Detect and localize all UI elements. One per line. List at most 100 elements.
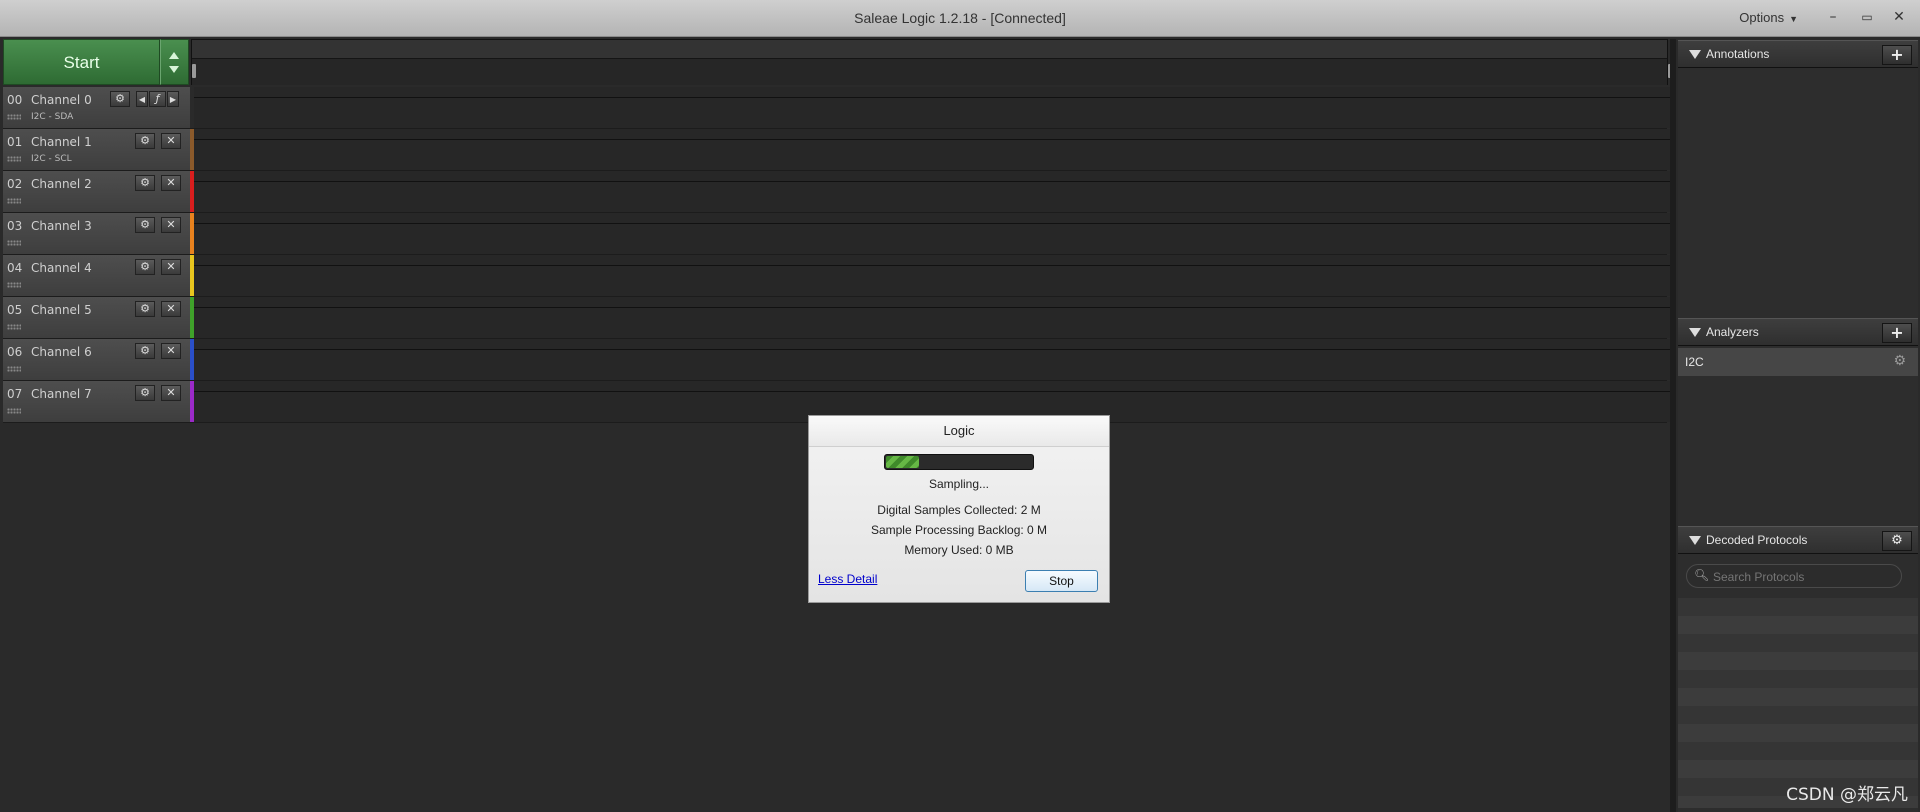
protocols-settings-button[interactable]: ⚙ — [1882, 531, 1912, 551]
channel-trigger-none-button[interactable]: ✕ — [161, 385, 181, 401]
channel-settings-button[interactable]: ⚙ — [135, 133, 155, 149]
channel-trace[interactable] — [194, 255, 1670, 296]
channel-number: 05 — [7, 303, 23, 317]
add-annotation-button[interactable]: + — [1882, 45, 1912, 65]
protocol-results-list[interactable] — [1678, 598, 1918, 808]
channel-trigger-none-button[interactable]: ✕ — [161, 133, 181, 149]
timeline-ruler — [192, 40, 1667, 59]
channel-settings-button[interactable]: ⚙ — [135, 217, 155, 233]
trace-line — [194, 97, 1670, 98]
channel-trace[interactable] — [194, 171, 1670, 212]
channel-name[interactable]: Channel 3 — [31, 219, 92, 233]
channel-name[interactable]: Channel 2 — [31, 177, 92, 191]
collapse-triangle-icon[interactable] — [1689, 50, 1701, 59]
channel-trigger-none-button[interactable]: ✕ — [161, 259, 181, 275]
annotations-header[interactable]: Annotations + — [1678, 40, 1918, 68]
trigger-prev-button[interactable]: ◀ — [136, 91, 148, 107]
channel-settings-button[interactable]: ⚙ — [135, 301, 155, 317]
start-button[interactable]: Start — [3, 39, 160, 85]
sampling-progress-bar — [884, 454, 1034, 470]
stop-button[interactable]: Stop — [1025, 570, 1098, 592]
close-button[interactable]: ✕ — [1886, 6, 1912, 28]
channel-settings-button[interactable]: ⚙ — [135, 343, 155, 359]
backlog-text: Sample Processing Backlog: 0 M — [870, 523, 1048, 537]
drag-handle-icon[interactable] — [7, 240, 21, 246]
decoded-protocols-title: Decoded Protocols — [1706, 533, 1808, 547]
channel-name[interactable]: Channel 6 — [31, 345, 92, 359]
channel-label-panel[interactable]: 07 Channel 7 ⚙ ✕ — [3, 381, 191, 422]
drag-handle-icon[interactable] — [7, 408, 21, 414]
drag-handle-icon[interactable] — [7, 282, 21, 288]
analyzers-panel: Analyzers + I2C ⚙ — [1678, 318, 1918, 526]
start-options-button[interactable] — [160, 39, 189, 85]
channel-name[interactable]: Channel 1 — [31, 135, 92, 149]
search-protocols[interactable]: 🔍︎ — [1686, 564, 1902, 588]
channel-list: 00 Channel 0 I2C - SDA ⚙ ◀ ƒ ▶ 01 Channe… — [3, 87, 1670, 423]
channel-label-panel[interactable]: 05 Channel 5 ⚙ ✕ — [3, 297, 191, 338]
channel-name[interactable]: Channel 7 — [31, 387, 92, 401]
channel-trace[interactable] — [194, 297, 1670, 338]
title-bar: Saleae Logic 1.2.18 - [Connected] Option… — [0, 0, 1920, 37]
panel-splitter[interactable] — [1670, 39, 1676, 812]
channel-trace[interactable] — [194, 339, 1670, 380]
channel-label-panel[interactable]: 04 Channel 4 ⚙ ✕ — [3, 255, 191, 296]
channel-label-panel[interactable]: 01 Channel 1 I2C - SCL ⚙ ✕ — [3, 129, 191, 170]
channel-trigger-none-button[interactable]: ✕ — [161, 301, 181, 317]
channel-settings-button[interactable]: ⚙ — [135, 385, 155, 401]
timeline-handle-left[interactable] — [192, 64, 196, 78]
progress-fill — [886, 456, 919, 468]
channel-trace[interactable] — [194, 213, 1670, 254]
channel-trigger-none-button[interactable]: ✕ — [161, 343, 181, 359]
chevron-down-icon: ▼ — [1789, 14, 1798, 24]
channel-label-panel[interactable]: 00 Channel 0 I2C - SDA ⚙ ◀ ƒ ▶ — [3, 87, 191, 128]
channel-name[interactable]: Channel 0 — [31, 93, 92, 107]
channel-settings-button[interactable]: ⚙ — [135, 259, 155, 275]
channel-row: 03 Channel 3 ⚙ ✕ — [3, 213, 1670, 255]
search-input[interactable] — [1711, 567, 1900, 587]
analyzers-header[interactable]: Analyzers + — [1678, 318, 1918, 346]
trigger-edge-button[interactable]: ƒ — [149, 91, 166, 107]
channel-trace[interactable] — [194, 87, 1670, 128]
close-icon: ✕ — [166, 134, 176, 147]
timeline-header[interactable] — [191, 39, 1668, 85]
minimize-button[interactable]: – — [1820, 6, 1846, 28]
channel-settings-button[interactable]: ⚙ — [135, 175, 155, 191]
less-detail-link[interactable]: Less Detail — [818, 572, 877, 586]
drag-handle-icon[interactable] — [7, 198, 21, 204]
options-menu[interactable]: Options ▼ — [1739, 0, 1798, 36]
analyzer-item[interactable]: I2C ⚙ — [1678, 348, 1918, 376]
close-icon: ✕ — [166, 344, 176, 357]
channel-settings-button[interactable]: ⚙ — [110, 91, 130, 107]
drag-handle-icon[interactable] — [7, 156, 21, 162]
gear-icon: ⚙ — [140, 302, 150, 315]
channel-label-panel[interactable]: 03 Channel 3 ⚙ ✕ — [3, 213, 191, 254]
channel-number: 07 — [7, 387, 23, 401]
channel-trace[interactable] — [194, 129, 1670, 170]
drag-handle-icon[interactable] — [7, 114, 21, 120]
collapse-triangle-icon[interactable] — [1689, 536, 1701, 545]
channel-name[interactable]: Channel 5 — [31, 303, 92, 317]
dialog-title: Logic — [809, 416, 1109, 447]
channel-name[interactable]: Channel 4 — [31, 261, 92, 275]
channel-row: 00 Channel 0 I2C - SDA ⚙ ◀ ƒ ▶ — [3, 87, 1670, 129]
channel-label-panel[interactable]: 02 Channel 2 ⚙ ✕ — [3, 171, 191, 212]
channel-trigger-none-button[interactable]: ✕ — [161, 175, 181, 191]
close-icon: ✕ — [166, 218, 176, 231]
channel-row: 05 Channel 5 ⚙ ✕ — [3, 297, 1670, 339]
collapse-triangle-icon[interactable] — [1689, 328, 1701, 337]
channel-label-panel[interactable]: 06 Channel 6 ⚙ ✕ — [3, 339, 191, 380]
gear-icon: ⚙ — [140, 344, 150, 357]
gear-icon[interactable]: ⚙ — [1893, 353, 1906, 369]
channel-trigger-none-button[interactable]: ✕ — [161, 217, 181, 233]
trigger-next-button[interactable]: ▶ — [167, 91, 179, 107]
drag-handle-icon[interactable] — [7, 366, 21, 372]
trace-line — [194, 223, 1670, 224]
trace-line — [194, 307, 1670, 308]
drag-handle-icon[interactable] — [7, 324, 21, 330]
add-analyzer-button[interactable]: + — [1882, 323, 1912, 343]
timeline-overview — [192, 59, 1667, 85]
decoded-protocols-header[interactable]: Decoded Protocols ⚙ — [1678, 526, 1918, 554]
channel-analyzer-label: I2C - SCL — [31, 154, 72, 164]
restore-button[interactable]: ▭ — [1854, 6, 1880, 28]
trace-line — [194, 265, 1670, 266]
